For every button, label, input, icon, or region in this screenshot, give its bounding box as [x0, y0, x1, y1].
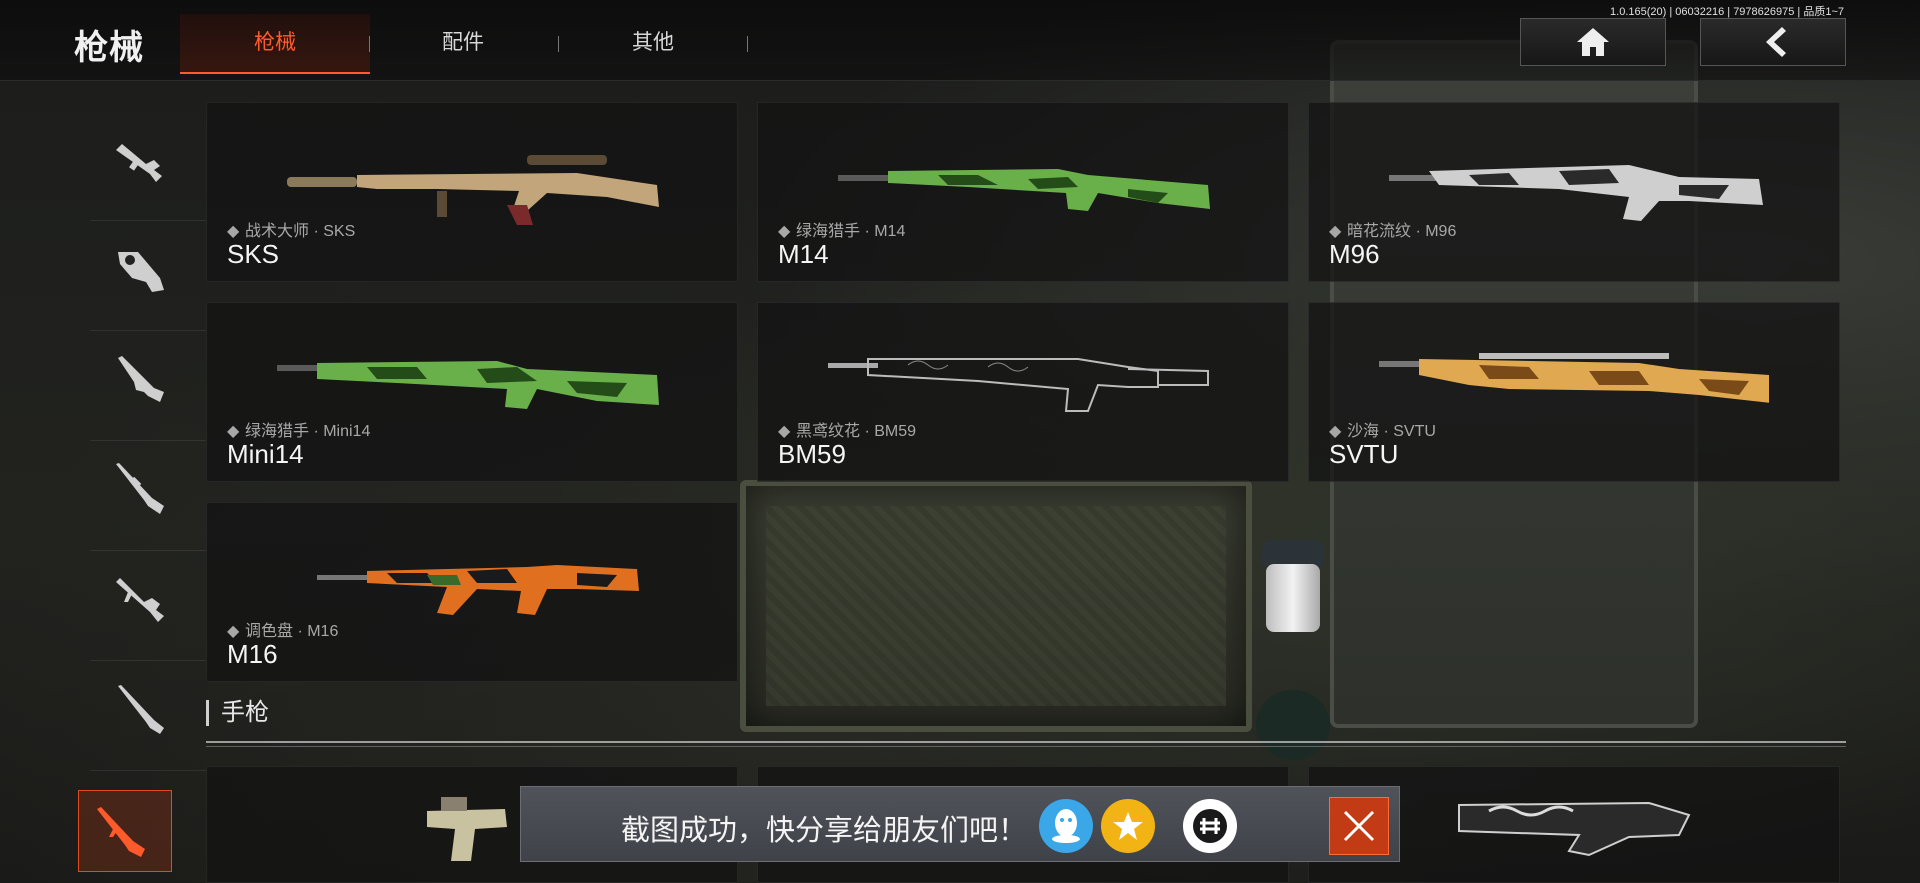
weapon-skin-subtitle: ◆ 沙海 · SVTU: [1329, 423, 1436, 440]
weapon-card-m14[interactable]: ◆ 绿海猎手 · M14 M14: [757, 102, 1289, 282]
tag-icon: ◆: [227, 223, 240, 240]
section-divider: [206, 741, 1846, 743]
share-qq-button[interactable]: [1039, 799, 1093, 853]
pistol-weapon-image: [1458, 801, 1691, 857]
svtu-weapon-image: [1379, 353, 1769, 403]
share-moments-button[interactable]: [1183, 799, 1237, 853]
bm59-weapon-image: [828, 358, 1209, 412]
weapon-category-sidebar: [70, 100, 206, 883]
tab-other[interactable]: 其他: [558, 14, 748, 72]
weapon-name: M14: [778, 239, 829, 269]
sidebar-item-smg[interactable]: [90, 220, 206, 331]
tab-attachments[interactable]: 配件: [368, 14, 558, 72]
back-button[interactable]: [1700, 18, 1846, 66]
weapon-name: M16: [227, 639, 278, 669]
rifle-icon: [97, 807, 145, 857]
sidebar-item-lmg[interactable]: [90, 550, 206, 661]
back-arrow-icon: [1766, 27, 1786, 57]
section-title-pistol: 手枪: [206, 700, 269, 726]
tag-icon: ◆: [227, 623, 240, 640]
weapon-card-m96[interactable]: ◆ 暗花流纹 · M96 M96: [1308, 102, 1840, 282]
page-title: 枪械: [74, 29, 144, 67]
weapon-name: SVTU: [1329, 439, 1399, 469]
toast-close-button[interactable]: [1329, 797, 1389, 855]
assault-rifle-icon: [116, 144, 162, 182]
m16-weapon-image: [317, 565, 639, 615]
m96-weapon-image: [1389, 165, 1763, 221]
background-lantern: [1256, 540, 1330, 760]
weapon-name: BM59: [778, 439, 846, 469]
home-icon: [1577, 28, 1609, 56]
tag-icon: ◆: [778, 423, 791, 440]
weapon-card-bm59[interactable]: ◆ 黑鸢纹花 · BM59 BM59: [757, 302, 1289, 482]
sidebar-item-assault-rifle[interactable]: [90, 110, 206, 221]
qzone-star-icon: [1113, 812, 1143, 840]
tab-firearms[interactable]: 枪械: [180, 14, 370, 74]
sidebar-item-marksman[interactable]: [90, 660, 206, 771]
m14-weapon-image: [838, 169, 1210, 211]
weapon-card-mini14[interactable]: ◆ 绿海猎手 · Mini14 Mini14: [206, 302, 738, 482]
smg-icon: [118, 252, 164, 292]
light-machine-gun-icon: [116, 578, 164, 622]
shotgun-icon: [118, 356, 164, 402]
sidebar-item-sniper[interactable]: [90, 440, 206, 551]
marksman-rifle-icon: [118, 685, 164, 734]
weapon-card-m16[interactable]: ◆ 调色盘 · M16 M16: [206, 502, 738, 682]
screenshot-share-toast: 截图成功，快分享给朋友们吧！: [520, 786, 1400, 862]
home-button[interactable]: [1520, 18, 1666, 66]
weapon-skin-subtitle: ◆ 绿海猎手 · M14: [778, 223, 906, 240]
sidebar-item-shotgun[interactable]: [90, 330, 206, 441]
background-weapon-case: [740, 480, 1252, 732]
tag-icon: ◆: [1329, 423, 1342, 440]
weapon-skin-subtitle: ◆ 黑鸢纹花 · BM59: [778, 423, 917, 440]
top-bar: 枪械 枪械 配件 其他 1.0.165(20) | 06032216 | 797…: [0, 0, 1920, 81]
close-icon: [1343, 810, 1375, 842]
weapon-skin-subtitle: ◆ 战术大师 · SKS: [227, 223, 356, 240]
weapon-skin-subtitle: ◆ 调色盘 · M16: [227, 623, 339, 640]
tab-separator: [747, 36, 748, 52]
weapon-card-sks[interactable]: ◆ 战术大师 · SKS SKS: [206, 102, 738, 282]
weapon-name: M96: [1329, 239, 1380, 269]
wechat-moments-icon: [1193, 809, 1227, 843]
sks-weapon-image: [287, 155, 659, 225]
sniper-rifle-icon: [116, 463, 164, 514]
tag-icon: ◆: [227, 423, 240, 440]
share-qzone-button[interactable]: [1101, 799, 1155, 853]
tag-icon: ◆: [778, 223, 791, 240]
weapon-name: Mini14: [227, 439, 304, 469]
mini14-weapon-image: [277, 361, 659, 409]
section-divider: [206, 746, 1846, 747]
weapon-card-svtu[interactable]: ◆ 沙海 · SVTU SVTU: [1308, 302, 1840, 482]
tag-icon: ◆: [1329, 223, 1342, 240]
toast-message: 截图成功，快分享给朋友们吧！: [621, 815, 1028, 847]
weapon-name: SKS: [227, 239, 280, 269]
weapon-skin-subtitle: ◆ 绿海猎手 · Mini14: [227, 423, 371, 440]
qq-icon: [1052, 809, 1080, 843]
weapon-skin-subtitle: ◆ 暗花流纹 · M96: [1329, 223, 1457, 240]
version-info: 1.0.165(20) | 06032216 | 7978626975 | 品质…: [1610, 6, 1844, 18]
pistol-weapon-image: [427, 797, 507, 861]
sidebar-item-rifle[interactable]: [78, 790, 172, 872]
